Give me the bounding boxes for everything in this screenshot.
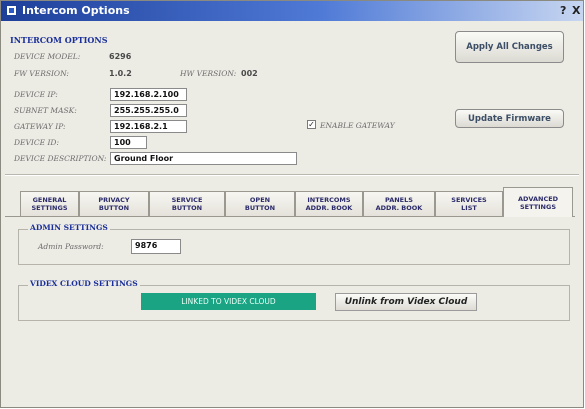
device-id-label: DEVICE ID:	[14, 138, 59, 147]
enable-gateway-label: ENABLE GATEWAY	[320, 121, 395, 130]
device-model-label: DEVICE MODEL:	[14, 52, 81, 61]
close-icon[interactable]: X	[572, 4, 580, 17]
device-model-value: 6296	[109, 52, 132, 61]
tab-panels-addr-book[interactable]: PANELS ADDR. BOOK	[363, 191, 435, 216]
gateway-ip-field[interactable]: 192.168.2.1	[110, 120, 187, 133]
hw-version-value: 002	[241, 69, 258, 78]
tab-intercoms-addr-book[interactable]: INTERCOMS ADDR. BOOK	[295, 191, 363, 216]
gateway-ip-label: GATEWAY IP:	[14, 122, 66, 131]
title-bar: Intercom Options ? X	[1, 1, 583, 21]
tab-label: PANELS ADDR. BOOK	[375, 196, 423, 212]
device-id-field[interactable]: 100	[110, 136, 147, 149]
subnet-mask-label: SUBNET MASK:	[14, 106, 77, 115]
tab-advanced-settings[interactable]: ADVANCED SETTINGS	[503, 187, 573, 217]
admin-password-label: Admin Password:	[38, 242, 104, 251]
videx-cloud-title: VIDEX CLOUD SETTINGS	[28, 279, 140, 288]
cloud-link-status: LINKED TO VIDEX CLOUD	[141, 293, 316, 310]
tab-strip-baseline	[5, 216, 575, 217]
tab-privacy-button[interactable]: PRIVACY BUTTON	[79, 191, 149, 216]
tab-open-button[interactable]: OPEN BUTTON	[225, 191, 295, 216]
update-firmware-button[interactable]: Update Firmware	[455, 109, 564, 128]
app-window-icon	[6, 5, 17, 16]
fw-version-label: FW VERSION:	[14, 69, 69, 78]
window-title: Intercom Options	[22, 4, 130, 17]
device-ip-label: DEVICE IP:	[14, 90, 58, 99]
tab-service-button[interactable]: SERVICE BUTTON	[149, 191, 225, 216]
fw-version-value: 1.0.2	[109, 69, 132, 78]
unlink-videx-cloud-button[interactable]: Unlink from Videx Cloud	[335, 293, 477, 311]
tab-label: OPEN BUTTON	[244, 196, 276, 212]
hw-version-label: HW VERSION:	[180, 69, 237, 78]
tab-label: SERVICES LIST	[451, 196, 487, 212]
device-ip-field[interactable]: 192.168.2.100	[110, 88, 187, 101]
admin-password-field[interactable]: 9876	[131, 239, 181, 254]
device-description-label: DEVICE DESCRIPTION:	[14, 154, 107, 163]
tab-label: ADVANCED SETTINGS	[517, 194, 559, 211]
admin-settings-title: ADMIN SETTINGS	[28, 223, 110, 232]
tab-general-settings[interactable]: GENERAL SETTINGS	[20, 191, 79, 216]
tab-label: SERVICE BUTTON	[171, 196, 203, 212]
header-separator	[5, 174, 579, 176]
device-description-field[interactable]: Ground Floor	[110, 152, 297, 165]
apply-all-changes-button[interactable]: Apply All Changes	[455, 31, 564, 63]
tab-label: PRIVACY BUTTON	[98, 196, 130, 212]
enable-gateway-checkbox[interactable]: ✓	[307, 120, 316, 129]
intercom-options-heading: INTERCOM OPTIONS	[10, 35, 108, 45]
help-icon[interactable]: ?	[560, 4, 566, 17]
intercom-options-window: Intercom Options ? X INTERCOM OPTIONS DE…	[0, 0, 584, 408]
tab-label: GENERAL SETTINGS	[31, 196, 68, 212]
tab-label: INTERCOMS ADDR. BOOK	[305, 196, 353, 212]
tab-services-list[interactable]: SERVICES LIST	[435, 191, 503, 216]
subnet-mask-field[interactable]: 255.255.255.0	[110, 104, 187, 117]
